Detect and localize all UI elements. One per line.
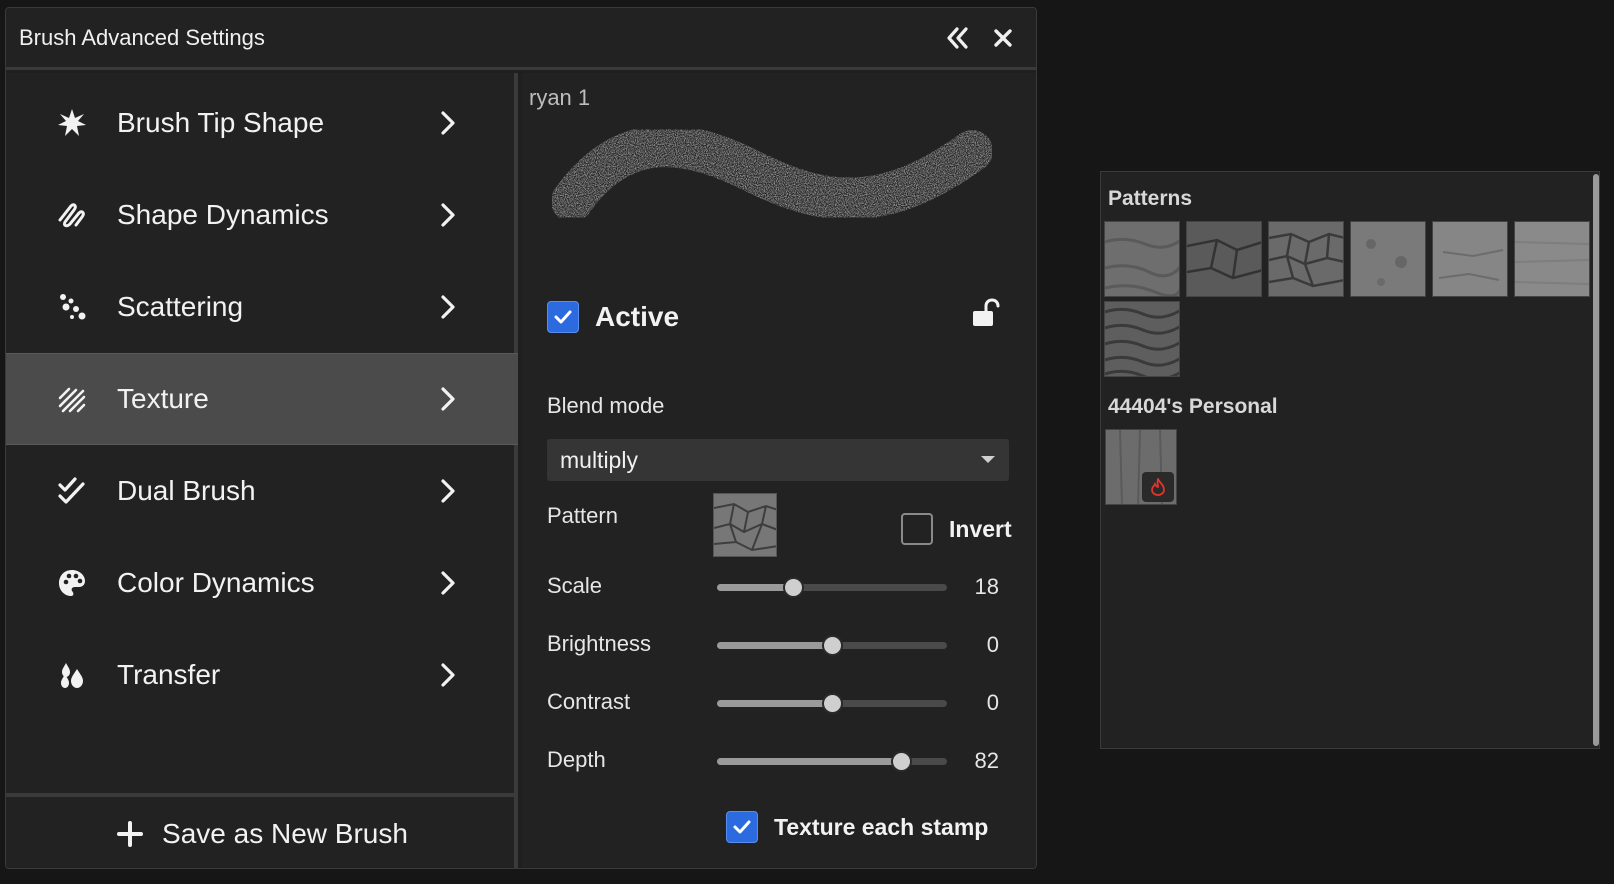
chevron-right-icon [436, 565, 460, 601]
scale-slider[interactable] [717, 577, 947, 598]
invert-label: Invert [949, 515, 1012, 542]
brush-advanced-settings-dialog: Brush Advanced Settings Brush Tip Shape … [5, 7, 1037, 869]
contrast-value: 0 [986, 690, 999, 715]
palette-icon [54, 565, 90, 601]
check-icon [554, 310, 572, 324]
drops-icon [54, 657, 90, 693]
depth-value: 82 [974, 748, 999, 773]
patterns-heading: Patterns [1108, 187, 1193, 210]
category-scattering[interactable]: Scattering [6, 261, 518, 353]
pattern-swatch-3[interactable] [1268, 221, 1344, 297]
category-brush-tip-shape[interactable]: Brush Tip Shape [6, 77, 518, 169]
slider-knob[interactable] [782, 577, 804, 598]
pattern-swatch-1[interactable] [1104, 221, 1180, 297]
slider-fill [717, 700, 832, 707]
pattern-swatch-4[interactable] [1350, 221, 1426, 297]
category-dual-brush[interactable]: Dual Brush [6, 445, 518, 537]
burst-icon [54, 105, 90, 141]
contrast-label: Contrast [547, 689, 631, 714]
brush-name: ryan 1 [529, 85, 591, 110]
slider-fill [717, 642, 832, 649]
texture-each-stamp-checkbox[interactable] [726, 811, 758, 843]
depth-slider-row: Depth 82 [547, 741, 1009, 781]
brightness-slider[interactable] [717, 635, 947, 656]
collapse-button[interactable] [939, 20, 975, 56]
pattern-swatch-6[interactable] [1514, 221, 1590, 297]
pattern-swatch-7[interactable] [1104, 301, 1180, 377]
hatch-icon [54, 381, 90, 417]
active-label: Active [595, 301, 680, 332]
texture-each-stamp-label: Texture each stamp [774, 813, 989, 840]
adobe-fresco-badge-icon [1142, 472, 1174, 502]
depth-slider[interactable] [717, 751, 947, 772]
chevron-right-icon [436, 105, 460, 141]
close-icon [994, 29, 1012, 47]
check-icon [733, 820, 751, 834]
chevron-right-icon [436, 289, 460, 325]
chevron-right-icon [436, 381, 460, 417]
brightness-value: 0 [986, 632, 999, 657]
slider-knob[interactable] [822, 635, 843, 656]
blend-mode-label: Blend mode [547, 393, 665, 418]
slider-knob[interactable] [822, 693, 843, 714]
category-texture[interactable]: Texture [6, 353, 518, 445]
personal-heading: 44404's Personal [1108, 395, 1278, 418]
depth-label: Depth [547, 747, 606, 772]
save-as-new-brush-button[interactable]: Save as New Brush [6, 793, 518, 868]
active-checkbox[interactable] [547, 301, 579, 333]
title-bar: Brush Advanced Settings [6, 8, 1036, 70]
chevron-right-icon [436, 657, 460, 693]
dots-icon [54, 289, 90, 325]
slider-fill [717, 584, 793, 591]
double-check-icon [54, 473, 90, 509]
patterns-panel: Patterns 44404's Personal [1100, 171, 1600, 749]
slider-fill [717, 758, 901, 765]
chevron-right-icon [436, 473, 460, 509]
category-list: Brush Tip Shape Shape Dynamics Scatterin… [6, 73, 518, 868]
brush-stroke-preview [552, 125, 992, 222]
dialog-title: Brush Advanced Settings [19, 24, 265, 50]
squiggle-icon [54, 197, 90, 233]
texture-settings-pane: ryan 1 Active Blend mode multiply Patter… [522, 73, 1036, 868]
category-color-dynamics[interactable]: Color Dynamics [6, 537, 518, 629]
patterns-scrollbar[interactable] [1593, 174, 1599, 746]
plus-icon [117, 820, 144, 847]
scale-slider-row: Scale 18 [547, 567, 1009, 607]
double-chevron-left-icon [947, 27, 968, 49]
blend-mode-select[interactable]: multiply [547, 439, 1009, 481]
chevron-right-icon [436, 197, 460, 233]
category-transfer[interactable]: Transfer [6, 629, 518, 721]
contrast-slider[interactable] [717, 693, 947, 714]
caret-down-icon [981, 456, 995, 463]
close-button[interactable] [985, 20, 1021, 56]
brightness-slider-row: Brightness 0 [547, 625, 1009, 665]
pattern-thumbnail[interactable] [713, 493, 777, 557]
brightness-label: Brightness [547, 631, 651, 656]
pattern-swatch-2[interactable] [1186, 221, 1262, 297]
scale-value: 18 [974, 574, 999, 599]
pattern-swatch-5[interactable] [1432, 221, 1508, 297]
pattern-label: Pattern [547, 503, 618, 528]
personal-pattern-swatch-1[interactable] [1105, 429, 1177, 505]
slider-knob[interactable] [891, 751, 912, 772]
scale-label: Scale [547, 573, 603, 598]
unlock-icon [973, 298, 1000, 326]
blend-mode-value: multiply [560, 446, 638, 473]
lock-toggle[interactable] [970, 297, 1002, 329]
invert-checkbox[interactable] [901, 513, 933, 545]
category-shape-dynamics[interactable]: Shape Dynamics [6, 169, 518, 261]
contrast-slider-row: Contrast 0 [547, 683, 1009, 723]
